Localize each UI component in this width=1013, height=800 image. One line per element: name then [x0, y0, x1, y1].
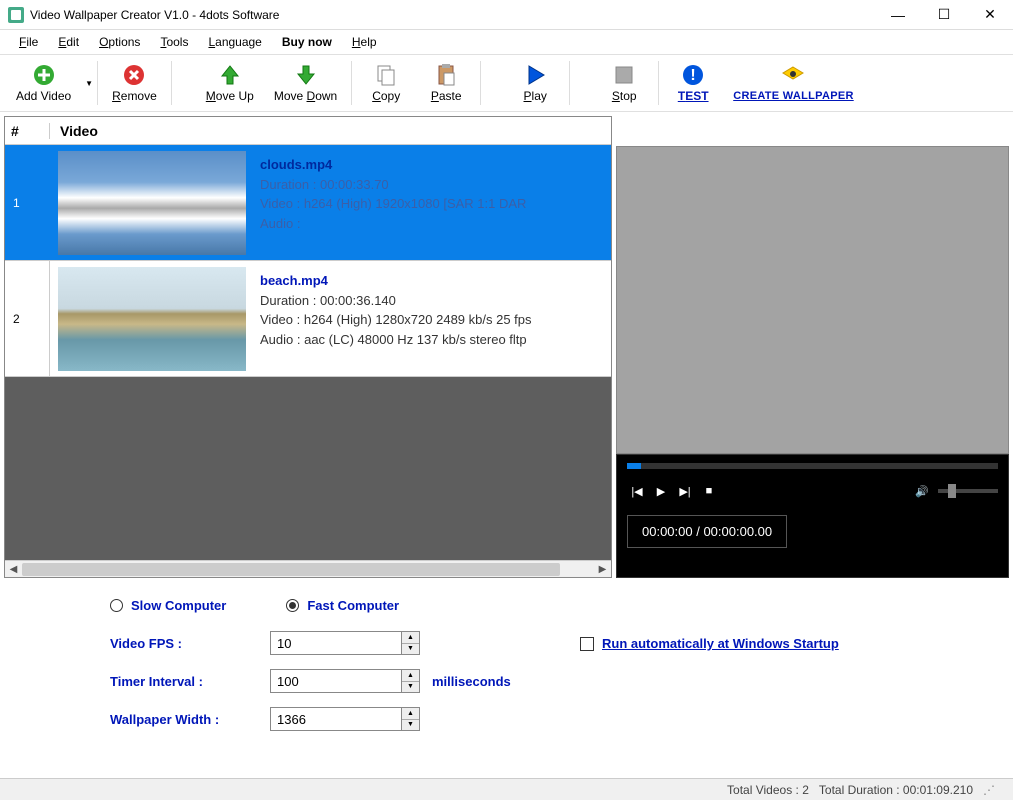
video-duration: Duration : 00:00:33.70 — [260, 175, 605, 195]
column-number[interactable]: # — [5, 123, 50, 139]
minimize-button[interactable]: — — [875, 0, 921, 30]
video-filename: clouds.mp4 — [260, 155, 605, 175]
remove-icon — [122, 63, 146, 87]
player-prev-button[interactable]: |◀ — [627, 481, 647, 501]
video-audio: Audio : aac (LC) 48000 Hz 137 kb/s stere… — [260, 330, 605, 350]
stop-button[interactable]: Stop — [594, 56, 654, 110]
timer-input[interactable]: 100 ▲▼ — [270, 669, 420, 693]
video-list-panel: # Video 1 clouds.mp4 Duration : 00:00:33… — [4, 116, 612, 578]
menubar: File Edit Options Tools Language Buy now… — [0, 30, 1013, 54]
video-player: |◀ ▶ ▶| ■ 🔊 00:00:00 / 00:00:00.00 — [616, 454, 1009, 578]
player-next-button[interactable]: ▶| — [675, 481, 695, 501]
remove-button[interactable]: Remove — [102, 56, 167, 110]
row-number: 2 — [5, 261, 50, 376]
slow-computer-radio[interactable]: Slow Computer — [110, 598, 226, 613]
radio-icon — [286, 599, 299, 612]
user-icon — [781, 64, 805, 88]
row-number: 1 — [5, 145, 50, 260]
maximize-button[interactable]: ☐ — [921, 0, 967, 30]
volume-icon[interactable]: 🔊 — [912, 481, 932, 501]
play-button[interactable]: Play — [505, 56, 565, 110]
radio-icon — [110, 599, 123, 612]
player-play-button[interactable]: ▶ — [651, 481, 671, 501]
list-row[interactable]: 1 clouds.mp4 Duration : 00:00:33.70 Vide… — [5, 145, 611, 261]
menu-tools[interactable]: Tools — [151, 32, 197, 52]
svg-text:!: ! — [691, 67, 696, 84]
video-thumbnail — [58, 267, 246, 371]
status-bar: Total Videos : 2 Total Duration : 00:01:… — [0, 778, 1013, 800]
paste-icon — [434, 63, 458, 87]
window-title: Video Wallpaper Creator V1.0 - 4dots Sof… — [30, 8, 875, 22]
checkbox-icon — [580, 637, 594, 651]
menu-options[interactable]: Options — [90, 32, 149, 52]
menu-buy-now[interactable]: Buy now — [273, 32, 341, 52]
toolbar: Add Video ▼ Remove Move Up Move Down Cop… — [0, 54, 1013, 112]
scroll-right-arrow[interactable]: ▶ — [594, 561, 611, 578]
copy-icon — [374, 63, 398, 87]
menu-file[interactable]: File — [10, 32, 47, 52]
play-icon — [523, 63, 547, 87]
column-video[interactable]: Video — [50, 123, 611, 139]
titlebar: Video Wallpaper Creator V1.0 - 4dots Sof… — [0, 0, 1013, 30]
spin-up[interactable]: ▲ — [402, 632, 419, 644]
close-button[interactable]: ✕ — [967, 0, 1013, 30]
app-icon — [8, 7, 24, 23]
move-down-button[interactable]: Move Down — [264, 56, 347, 110]
status-total-duration: Total Duration : 00:01:09.210 — [819, 783, 973, 797]
list-header: # Video — [5, 117, 611, 145]
paste-button[interactable]: Paste — [416, 56, 476, 110]
list-row[interactable]: 2 beach.mp4 Duration : 00:00:36.140 Vide… — [5, 261, 611, 377]
list-body: 1 clouds.mp4 Duration : 00:00:33.70 Vide… — [5, 145, 611, 560]
horizontal-scrollbar[interactable]: ◀ ▶ — [5, 560, 611, 577]
up-arrow-icon — [218, 63, 242, 87]
menu-edit[interactable]: Edit — [49, 32, 88, 52]
spin-up[interactable]: ▲ — [402, 670, 419, 682]
move-up-button[interactable]: Move Up — [196, 56, 264, 110]
resize-grip-icon[interactable]: ⋰ — [983, 783, 995, 797]
menu-language[interactable]: Language — [199, 32, 270, 52]
fps-input[interactable]: 10 ▲▼ — [270, 631, 420, 655]
spin-down[interactable]: ▼ — [402, 644, 419, 655]
video-filename: beach.mp4 — [260, 271, 605, 291]
autorun-checkbox[interactable]: Run automatically at Windows Startup — [580, 636, 953, 651]
add-video-dropdown[interactable]: ▼ — [85, 79, 93, 88]
volume-slider[interactable] — [938, 489, 998, 493]
fps-label: Video FPS : — [110, 636, 270, 651]
video-audio: Audio : — [260, 214, 605, 234]
scroll-left-arrow[interactable]: ◀ — [5, 561, 22, 578]
progress-bar[interactable] — [627, 463, 998, 469]
video-codec: Video : h264 (High) 1920x1080 [SAR 1:1 D… — [260, 194, 605, 214]
video-duration: Duration : 00:00:36.140 — [260, 291, 605, 311]
add-video-button[interactable]: Add Video — [6, 56, 81, 110]
timer-unit: milliseconds — [432, 674, 511, 689]
spin-up[interactable]: ▲ — [402, 708, 419, 720]
player-time: 00:00:00 / 00:00:00.00 — [627, 515, 787, 548]
menu-help[interactable]: Help — [343, 32, 386, 52]
video-thumbnail — [58, 151, 246, 255]
down-arrow-icon — [294, 63, 318, 87]
fast-computer-radio[interactable]: Fast Computer — [286, 598, 399, 613]
width-label: Wallpaper Width : — [110, 712, 270, 727]
timer-label: Timer Interval : — [110, 674, 270, 689]
test-button[interactable]: ! TEST — [663, 56, 723, 110]
spin-down[interactable]: ▼ — [402, 720, 419, 731]
stop-icon — [612, 63, 636, 87]
player-stop-button[interactable]: ■ — [699, 481, 719, 501]
info-icon: ! — [681, 63, 705, 87]
scroll-thumb[interactable] — [22, 563, 560, 576]
create-wallpaper-button[interactable]: CREATE WALLPAPER — [723, 56, 864, 110]
add-icon — [32, 63, 56, 87]
status-total-videos: Total Videos : 2 — [727, 783, 809, 797]
preview-area — [616, 146, 1009, 454]
video-codec: Video : h264 (High) 1280x720 2489 kb/s 2… — [260, 310, 605, 330]
spin-down[interactable]: ▼ — [402, 682, 419, 693]
copy-button[interactable]: Copy — [356, 56, 416, 110]
width-input[interactable]: 1366 ▲▼ — [270, 707, 420, 731]
